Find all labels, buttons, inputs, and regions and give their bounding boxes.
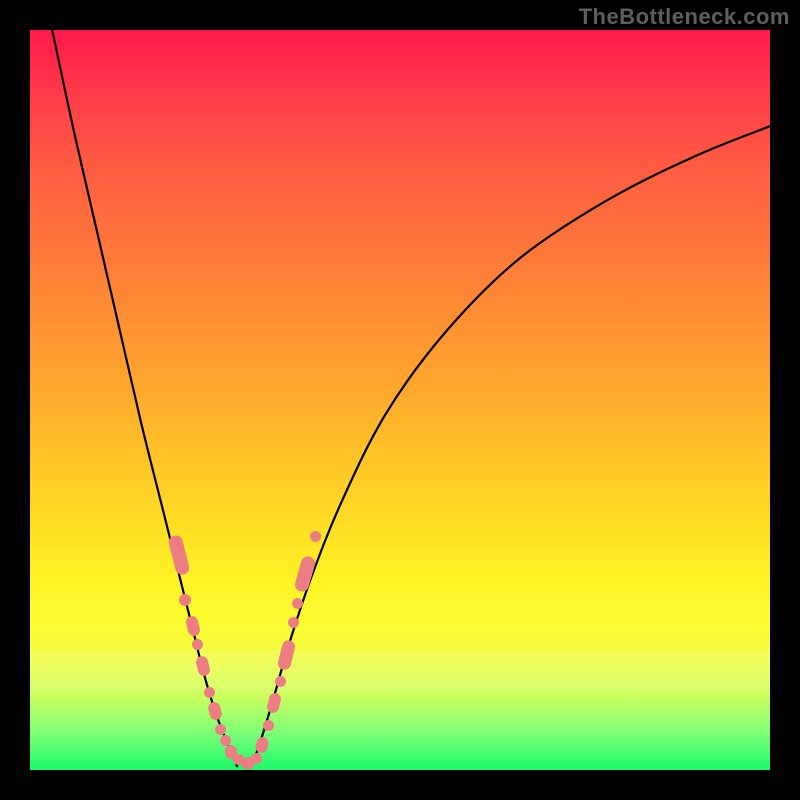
curve-layer <box>30 30 770 770</box>
data-marker <box>288 617 299 628</box>
curve-left <box>52 30 237 766</box>
data-marker <box>263 720 274 731</box>
data-marker <box>251 753 262 764</box>
plot-area <box>30 30 770 770</box>
data-marker <box>204 687 215 698</box>
data-marker <box>192 639 203 650</box>
watermark-text: TheBottleneck.com <box>579 4 790 30</box>
chart-frame: TheBottleneck.com <box>0 0 800 800</box>
data-marker <box>275 676 286 687</box>
curve-right <box>252 126 770 766</box>
